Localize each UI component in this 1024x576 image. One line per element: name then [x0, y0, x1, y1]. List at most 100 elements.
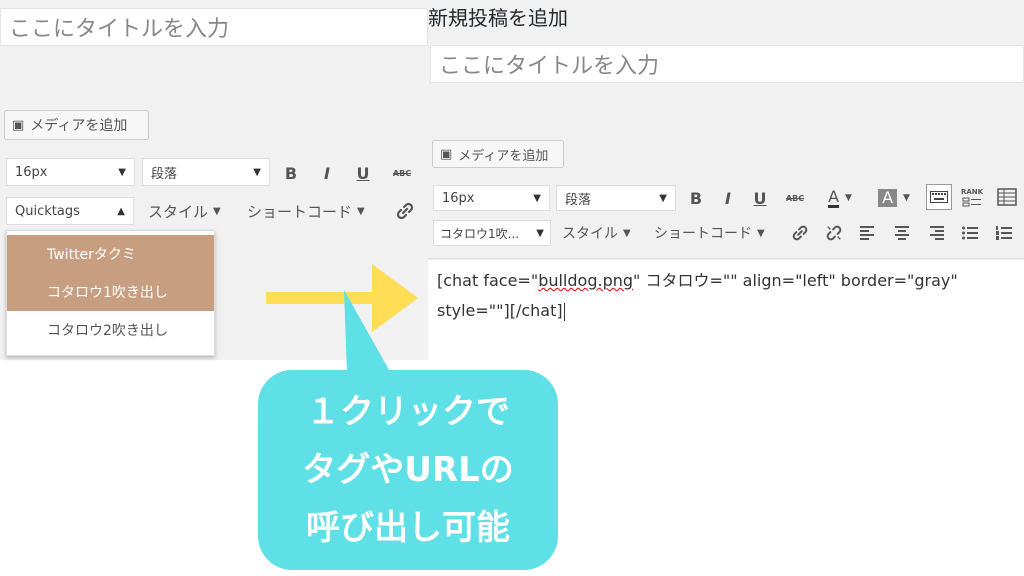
editor-text-fragment: " コタロウ="" align="left" border="gray": [633, 271, 958, 290]
left-add-media-label: メディアを追加: [30, 118, 128, 134]
right-font-size-select[interactable]: 16px ▼: [433, 185, 550, 211]
media-icon: ▣: [440, 146, 453, 162]
dropdown-item-kotarou2[interactable]: コタロウ2吹き出し: [7, 311, 214, 349]
right-quicktags-select[interactable]: コタロウ1吹... ▼: [433, 220, 551, 246]
underline-icon: U: [356, 163, 370, 183]
editor-line-1: [chat face="bulldog.png" コタロウ="" align="…: [437, 266, 1024, 296]
right-strikethrough-button[interactable]: ABC: [782, 186, 808, 210]
rank-label: RANK: [960, 187, 984, 196]
right-link-button[interactable]: [788, 221, 812, 245]
left-underline-button[interactable]: U: [352, 160, 374, 186]
chevron-down-icon: ▼: [845, 193, 852, 203]
quicktags-dropdown: Twitterタクミ コタロウ1吹き出し コタロウ2吹き出し: [6, 230, 215, 356]
chevron-down-icon: ▼: [118, 166, 126, 178]
left-bold-button[interactable]: B: [280, 160, 302, 186]
editor-content[interactable]: [chat face="bulldog.png" コタロウ="" align="…: [437, 266, 1024, 336]
right-style-label: スタイル: [562, 226, 618, 242]
right-shortcode-label: ショートコード: [654, 226, 752, 242]
left-strikethrough-button[interactable]: ABC: [388, 160, 416, 186]
left-shortcode-label: ショートコード: [247, 202, 353, 221]
left-shortcode-menu[interactable]: ショートコード ▼: [247, 197, 365, 225]
left-link-button[interactable]: [392, 197, 418, 225]
underline-icon: U: [753, 188, 767, 208]
chevron-down-icon: ▼: [903, 193, 910, 203]
left-font-size-select[interactable]: 16px ▼: [6, 158, 135, 186]
left-font-size-value: 16px: [15, 164, 48, 180]
right-paragraph-select[interactable]: 段落 ▼: [556, 185, 676, 211]
callout-line-1: １クリックで: [306, 392, 510, 432]
italic-icon: I: [324, 163, 330, 183]
left-paragraph-value: 段落: [151, 166, 178, 182]
right-align-right-button[interactable]: [924, 221, 948, 245]
right-bold-button[interactable]: B: [686, 186, 706, 210]
right-numbered-list-button[interactable]: [992, 221, 1016, 245]
chevron-down-icon: ▼: [357, 205, 365, 217]
toolbar-divider: [428, 258, 1024, 259]
background-color-icon: A: [878, 189, 898, 207]
right-rank-button[interactable]: RANK: [958, 184, 986, 210]
numbered-list-icon: [996, 226, 1012, 240]
media-icon: ▣: [12, 117, 25, 133]
left-title-input[interactable]: ここにタイトルを入力: [0, 8, 428, 46]
left-quicktags-select[interactable]: Quicktags ▲: [6, 197, 134, 225]
callout-bubble: １クリックで タグやURLの 呼び出し可能: [258, 370, 558, 570]
editor-text-fragment: [chat face=": [437, 271, 539, 290]
left-paragraph-select[interactable]: 段落 ▼: [142, 158, 270, 186]
callout-line-3: 呼び出し可能: [306, 508, 510, 548]
bold-icon: B: [284, 163, 298, 183]
right-add-media-label: メディアを追加: [458, 148, 549, 164]
align-right-icon: [930, 226, 944, 240]
right-shortcode-menu[interactable]: ショートコード ▼: [654, 220, 765, 246]
right-paragraph-value: 段落: [565, 192, 592, 208]
callout-line-2: タグやURLの: [302, 450, 514, 490]
link-icon: [792, 225, 808, 241]
right-unlink-button[interactable]: [822, 221, 846, 245]
page-title: 新規投稿を追加: [428, 6, 568, 30]
chevron-up-icon: ▲: [117, 205, 125, 217]
chevron-down-icon: ▼: [757, 227, 765, 239]
chevron-down-icon: ▼: [533, 192, 541, 204]
right-title-placeholder: ここにタイトルを入力: [439, 54, 660, 79]
strikethrough-icon: ABC: [392, 168, 412, 178]
bold-icon: B: [689, 188, 703, 208]
chevron-down-icon: ▼: [659, 192, 667, 204]
text-color-icon: A: [828, 186, 840, 208]
left-italic-button[interactable]: I: [316, 160, 338, 186]
right-keyboard-button[interactable]: [926, 184, 952, 210]
right-quicktags-value: コタロウ1吹...: [440, 226, 520, 241]
chevron-down-icon: ▼: [536, 227, 544, 239]
table-icon: [997, 188, 1017, 206]
align-left-icon: [860, 226, 874, 240]
right-align-left-button[interactable]: [856, 221, 880, 245]
right-font-size-value: 16px: [442, 190, 475, 206]
right-underline-button[interactable]: U: [750, 186, 770, 210]
link-icon: [396, 202, 414, 220]
right-align-center-button[interactable]: [890, 221, 914, 245]
dropdown-item-twitter[interactable]: Twitterタクミ: [7, 235, 214, 273]
right-table-button[interactable]: [994, 184, 1020, 210]
editor-text-fragment: style=""][/chat]: [437, 301, 563, 320]
right-bullet-list-button[interactable]: [958, 221, 982, 245]
left-style-label: スタイル: [148, 202, 209, 221]
right-text-color-button[interactable]: A ▼: [818, 186, 862, 210]
dropdown-item-kotarou1[interactable]: コタロウ1吹き出し: [7, 273, 214, 311]
right-bg-color-button[interactable]: A ▼: [872, 186, 916, 210]
chevron-down-icon: ▼: [213, 205, 221, 217]
editor-line-2: style=""][/chat]: [437, 296, 1024, 326]
align-center-icon: [895, 226, 909, 240]
right-title-input[interactable]: ここにタイトルを入力: [430, 45, 1024, 83]
right-add-media-button[interactable]: ▣ メディアを追加: [432, 140, 564, 168]
italic-icon: I: [725, 188, 731, 208]
chevron-down-icon: ▼: [623, 227, 631, 239]
left-style-menu[interactable]: スタイル ▼: [148, 197, 221, 225]
right-italic-button[interactable]: I: [718, 186, 738, 210]
left-title-placeholder: ここにタイトルを入力: [9, 17, 230, 42]
left-add-media-button[interactable]: ▣ メディアを追加: [4, 110, 149, 140]
bullet-list-icon: [962, 226, 978, 240]
unlink-icon: [826, 225, 842, 241]
right-style-menu[interactable]: スタイル ▼: [562, 220, 631, 246]
keyboard-icon: [930, 191, 948, 203]
strikethrough-icon: ABC: [785, 193, 805, 203]
rank-icon: [962, 197, 981, 206]
text-cursor: [563, 302, 565, 321]
